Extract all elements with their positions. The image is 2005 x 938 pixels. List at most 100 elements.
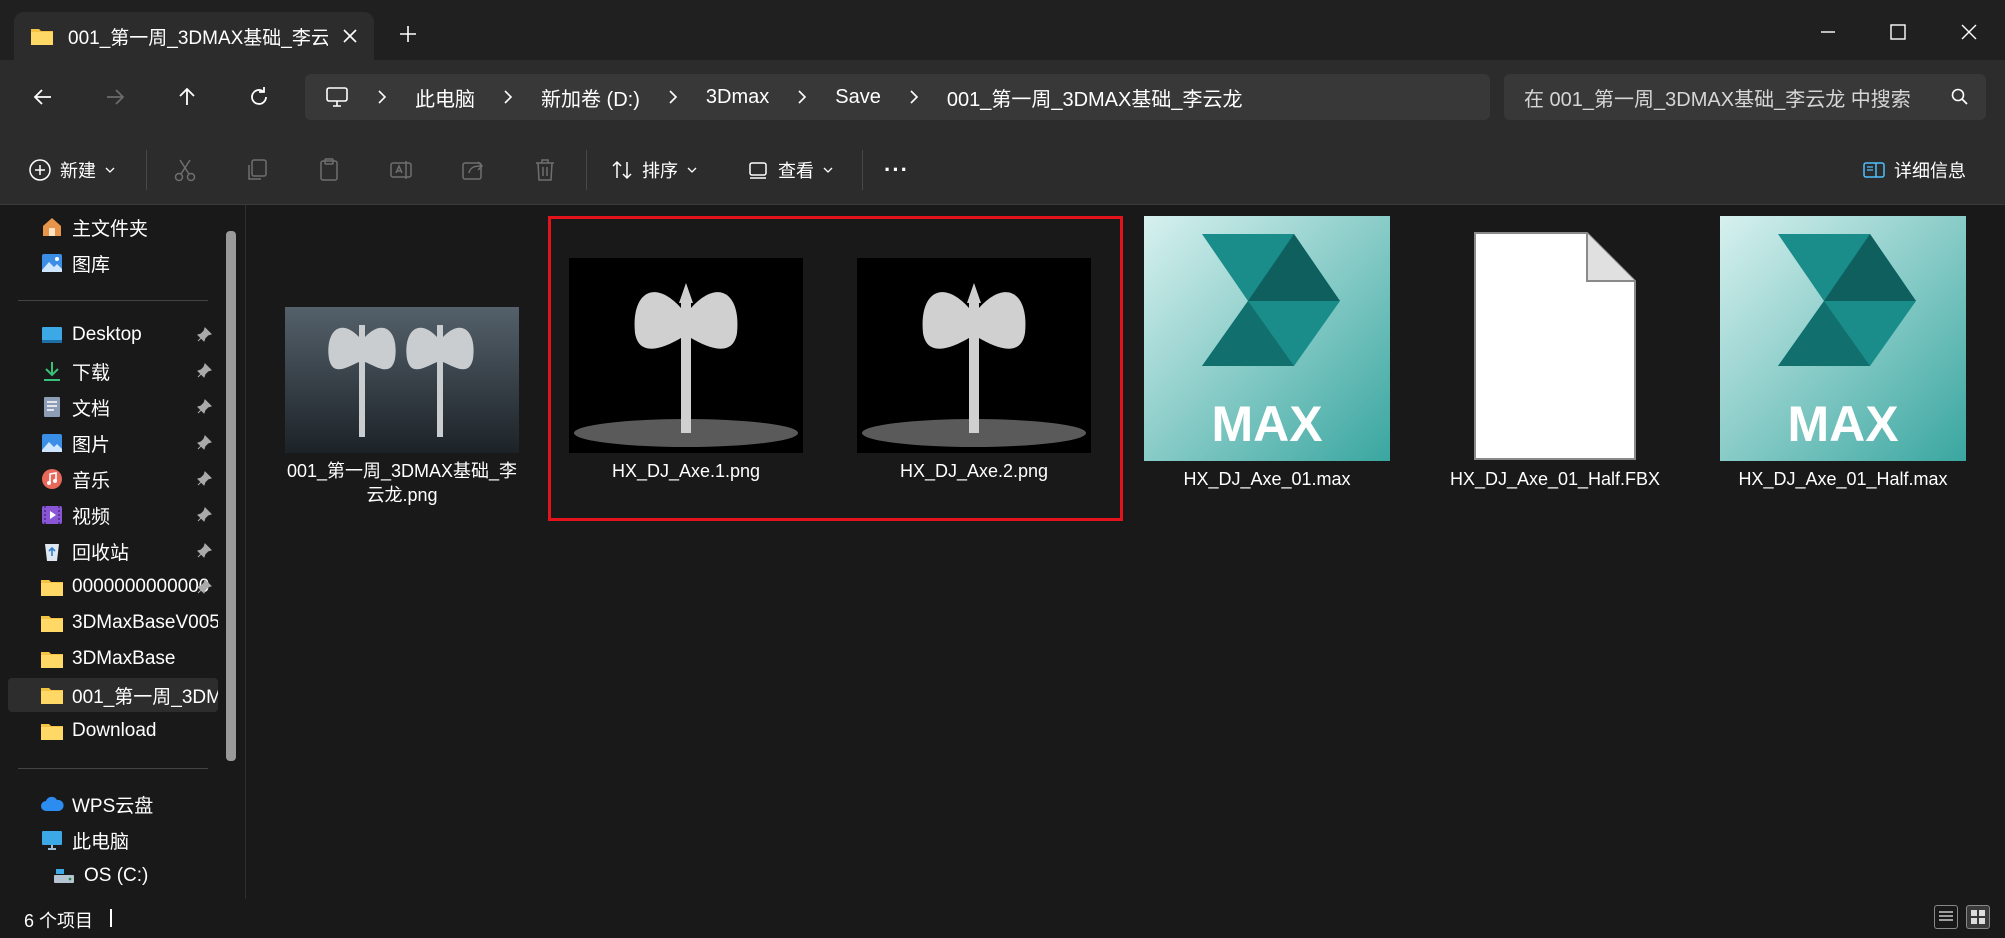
sidebar-item-current-folder[interactable]: 001_第一周_3DMAX基础_李云龙 bbox=[8, 678, 218, 712]
navigation-pane: 主文件夹 图库 Desktop 下载 文档 图片 音乐 视频 回收站 00000… bbox=[0, 205, 246, 899]
sidebar-item-documents[interactable]: 文档 bbox=[8, 390, 218, 424]
close-tab-icon[interactable] bbox=[340, 26, 360, 46]
sidebar-item-desktop[interactable]: Desktop bbox=[8, 318, 218, 352]
sort-label: 排序 bbox=[642, 161, 678, 181]
sidebar-scrollbar[interactable] bbox=[226, 231, 236, 761]
folder-icon bbox=[40, 611, 64, 635]
home-icon bbox=[40, 215, 64, 239]
chevron-right-icon bbox=[669, 90, 678, 104]
new-tab-icon[interactable] bbox=[396, 22, 420, 46]
sidebar-item-label: 3DMaxBaseV005 bbox=[72, 612, 218, 633]
text-cursor bbox=[110, 909, 112, 927]
file-item[interactable]: MAX HX_DJ_Axe_01_Half.max bbox=[1718, 216, 1968, 491]
refresh-button[interactable] bbox=[244, 82, 274, 112]
sidebar-item-label: WPS云盘 bbox=[72, 795, 154, 817]
arrow-right-icon bbox=[107, 89, 125, 105]
max-badge-text: MAX bbox=[1211, 396, 1322, 452]
sidebar-item-wps-cloud[interactable]: WPS云盘 bbox=[8, 787, 218, 821]
folder-icon bbox=[40, 575, 64, 599]
delete-button[interactable] bbox=[532, 154, 558, 186]
maximize-icon bbox=[1890, 24, 1906, 40]
sidebar-item-recycle-bin[interactable]: 回收站 bbox=[8, 534, 218, 568]
grid-view-icon bbox=[1971, 910, 1985, 924]
sidebar-item-label: 3DMaxBase bbox=[72, 648, 176, 669]
sidebar-item-label: 0000000000000 bbox=[72, 576, 210, 597]
command-bar: 新建 排序 查看 ··· 详细信息 bbox=[0, 134, 2005, 205]
file-item[interactable]: MAX HX_DJ_Axe_01.max bbox=[1142, 216, 1392, 491]
details-pane-button[interactable]: 详细信息 bbox=[1862, 154, 1966, 186]
forward-button[interactable] bbox=[100, 82, 130, 112]
share-button[interactable] bbox=[460, 154, 486, 186]
sort-button[interactable]: 排序 bbox=[610, 154, 698, 186]
search-placeholder: 在 001_第一周_3DMAX基础_李云龙 中搜索 bbox=[1524, 88, 1911, 111]
details-label: 详细信息 bbox=[1894, 161, 1966, 181]
breadcrumb-this-pc[interactable]: 此电脑 bbox=[415, 83, 475, 112]
pin-icon bbox=[197, 543, 212, 558]
copy-button[interactable] bbox=[244, 154, 270, 186]
sidebar-item-music[interactable]: 音乐 bbox=[8, 462, 218, 496]
pictures-icon bbox=[40, 431, 64, 455]
selection-highlight-box bbox=[548, 216, 1123, 521]
breadcrumb-drive-d[interactable]: 新加卷 (D:) bbox=[541, 83, 640, 112]
file-item[interactable]: HX_DJ_Axe_01_Half.FBX bbox=[1430, 231, 1680, 491]
search-input[interactable]: 在 001_第一周_3DMAX基础_李云龙 中搜索 bbox=[1504, 74, 1986, 120]
address-bar[interactable]: 此电脑 新加卷 (D:) 3Dmax Save 001_第一周_3DMAX基础_… bbox=[305, 74, 1490, 120]
sidebar-item-this-pc[interactable]: 此电脑 bbox=[8, 823, 218, 857]
music-icon bbox=[40, 467, 64, 491]
sidebar-item-3dmaxbase[interactable]: 3DMaxBase bbox=[8, 642, 218, 676]
file-item[interactable]: 001_第一周_3DMAX基础_李 云龙.png bbox=[282, 307, 522, 507]
large-icons-view-button[interactable] bbox=[1966, 905, 1990, 929]
sidebar-item-home[interactable]: 主文件夹 bbox=[8, 210, 218, 244]
up-button[interactable] bbox=[172, 82, 202, 112]
maximize-button[interactable] bbox=[1878, 14, 1918, 50]
more-options-button[interactable]: ··· bbox=[884, 154, 909, 186]
tab-current-folder[interactable]: 001_第一周_3DMAX基础_李云龙 bbox=[14, 12, 374, 60]
trash-icon bbox=[536, 159, 554, 181]
rename-button[interactable] bbox=[388, 154, 414, 186]
pin-icon bbox=[197, 435, 212, 450]
sidebar-item-folder-zeros[interactable]: 0000000000000 bbox=[8, 570, 218, 604]
breadcrumb-save[interactable]: Save bbox=[835, 86, 881, 109]
toolbar-divider bbox=[862, 150, 863, 190]
document-icon bbox=[40, 395, 64, 419]
new-button[interactable]: 新建 bbox=[28, 154, 116, 186]
max-file-icon: MAX bbox=[1720, 216, 1966, 461]
pin-icon bbox=[197, 579, 212, 594]
cut-button[interactable] bbox=[172, 154, 198, 186]
refresh-icon bbox=[251, 87, 267, 105]
paste-button[interactable] bbox=[316, 154, 342, 186]
sidebar-item-os-c[interactable]: OS (C:) bbox=[20, 859, 230, 893]
view-button[interactable]: 查看 bbox=[746, 154, 834, 186]
pin-icon bbox=[197, 363, 212, 378]
breadcrumb-current-folder[interactable]: 001_第一周_3DMAX基础_李云龙 bbox=[947, 83, 1243, 112]
pin-icon bbox=[197, 471, 212, 486]
details-view-button[interactable] bbox=[1934, 905, 1958, 929]
breadcrumb-3dmax[interactable]: 3Dmax bbox=[706, 86, 769, 109]
gallery-icon bbox=[40, 251, 64, 275]
chevron-down-icon bbox=[105, 167, 115, 173]
new-label: 新建 bbox=[60, 161, 96, 181]
chevron-right-icon bbox=[504, 90, 513, 104]
sidebar-item-label: 图库 bbox=[72, 254, 111, 276]
file-list-area: 001_第一周_3DMAX基础_李 云龙.png HX_DJ_Axe.1.png bbox=[246, 205, 2005, 899]
folder-icon bbox=[40, 719, 64, 743]
folder-icon bbox=[31, 29, 53, 45]
list-view-icon bbox=[1939, 911, 1953, 921]
close-window-button[interactable] bbox=[1949, 14, 1989, 50]
title-bar: 001_第一周_3DMAX基础_李云龙 bbox=[0, 0, 2005, 60]
sidebar-item-downloads[interactable]: 下载 bbox=[8, 354, 218, 388]
minimize-button[interactable] bbox=[1808, 14, 1848, 50]
sidebar-item-label: 此电脑 bbox=[72, 831, 130, 853]
minimize-icon bbox=[1821, 31, 1835, 33]
copy-icon bbox=[248, 159, 267, 180]
search-icon bbox=[1951, 88, 1968, 105]
sidebar-item-3dmaxbasev005[interactable]: 3DMaxBaseV005 bbox=[8, 606, 218, 640]
rename-icon bbox=[390, 161, 412, 179]
sidebar-item-pictures[interactable]: 图片 bbox=[8, 426, 218, 460]
sidebar-item-gallery[interactable]: 图库 bbox=[8, 246, 218, 280]
chevron-down-icon bbox=[823, 167, 833, 173]
back-button[interactable] bbox=[28, 82, 58, 112]
sidebar-item-videos[interactable]: 视频 bbox=[8, 498, 218, 532]
sidebar-item-download-folder[interactable]: Download bbox=[8, 714, 218, 748]
share-icon bbox=[462, 161, 484, 180]
